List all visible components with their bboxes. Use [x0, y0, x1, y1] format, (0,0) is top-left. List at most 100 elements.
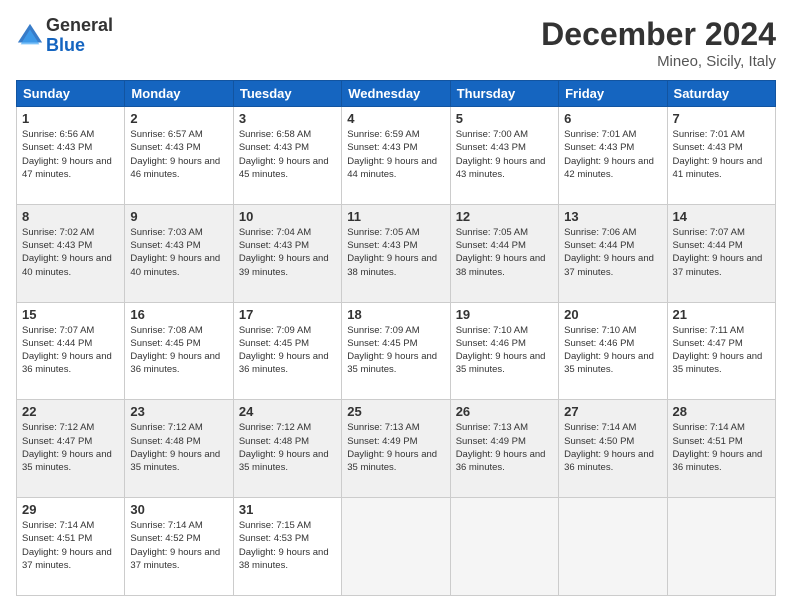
day-info: Sunrise: 7:14 AMSunset: 4:52 PMDaylight:… [130, 520, 220, 571]
day-info: Sunrise: 7:13 AMSunset: 4:49 PMDaylight:… [456, 422, 546, 473]
logo-blue: Blue [46, 35, 85, 55]
day-info: Sunrise: 7:12 AMSunset: 4:48 PMDaylight:… [130, 422, 220, 473]
day-number: 27 [564, 404, 661, 419]
day-cell [450, 498, 558, 596]
day-cell: 8 Sunrise: 7:02 AMSunset: 4:43 PMDayligh… [17, 204, 125, 302]
day-cell: 9 Sunrise: 7:03 AMSunset: 4:43 PMDayligh… [125, 204, 233, 302]
title-block: December 2024 Mineo, Sicily, Italy [541, 16, 776, 70]
day-cell: 27 Sunrise: 7:14 AMSunset: 4:50 PMDaylig… [559, 400, 667, 498]
day-cell: 31 Sunrise: 7:15 AMSunset: 4:53 PMDaylig… [233, 498, 341, 596]
day-cell: 21 Sunrise: 7:11 AMSunset: 4:47 PMDaylig… [667, 302, 775, 400]
day-number: 21 [673, 307, 770, 322]
col-header-friday: Friday [559, 81, 667, 107]
day-cell: 30 Sunrise: 7:14 AMSunset: 4:52 PMDaylig… [125, 498, 233, 596]
day-cell: 3 Sunrise: 6:58 AMSunset: 4:43 PMDayligh… [233, 107, 341, 205]
day-number: 18 [347, 307, 444, 322]
day-info: Sunrise: 7:15 AMSunset: 4:53 PMDaylight:… [239, 520, 329, 571]
day-info: Sunrise: 7:01 AMSunset: 4:43 PMDaylight:… [564, 129, 654, 180]
day-cell: 4 Sunrise: 6:59 AMSunset: 4:43 PMDayligh… [342, 107, 450, 205]
day-number: 26 [456, 404, 553, 419]
day-cell: 17 Sunrise: 7:09 AMSunset: 4:45 PMDaylig… [233, 302, 341, 400]
day-number: 13 [564, 209, 661, 224]
col-header-sunday: Sunday [17, 81, 125, 107]
day-number: 15 [22, 307, 119, 322]
day-info: Sunrise: 6:56 AMSunset: 4:43 PMDaylight:… [22, 129, 112, 180]
week-row-4: 22 Sunrise: 7:12 AMSunset: 4:47 PMDaylig… [17, 400, 776, 498]
col-header-wednesday: Wednesday [342, 81, 450, 107]
day-cell: 25 Sunrise: 7:13 AMSunset: 4:49 PMDaylig… [342, 400, 450, 498]
header-row: SundayMondayTuesdayWednesdayThursdayFrid… [17, 81, 776, 107]
day-number: 16 [130, 307, 227, 322]
day-number: 14 [673, 209, 770, 224]
logo-text: General Blue [46, 16, 113, 56]
day-number: 5 [456, 111, 553, 126]
day-number: 8 [22, 209, 119, 224]
day-cell: 2 Sunrise: 6:57 AMSunset: 4:43 PMDayligh… [125, 107, 233, 205]
day-info: Sunrise: 7:05 AMSunset: 4:43 PMDaylight:… [347, 227, 437, 278]
week-row-5: 29 Sunrise: 7:14 AMSunset: 4:51 PMDaylig… [17, 498, 776, 596]
page: General Blue December 2024 Mineo, Sicily… [0, 0, 792, 612]
day-info: Sunrise: 7:14 AMSunset: 4:51 PMDaylight:… [22, 520, 112, 571]
day-info: Sunrise: 7:07 AMSunset: 4:44 PMDaylight:… [673, 227, 763, 278]
logo: General Blue [16, 16, 113, 56]
day-cell: 5 Sunrise: 7:00 AMSunset: 4:43 PMDayligh… [450, 107, 558, 205]
day-cell: 18 Sunrise: 7:09 AMSunset: 4:45 PMDaylig… [342, 302, 450, 400]
day-number: 3 [239, 111, 336, 126]
day-info: Sunrise: 7:09 AMSunset: 4:45 PMDaylight:… [347, 325, 437, 376]
day-cell: 1 Sunrise: 6:56 AMSunset: 4:43 PMDayligh… [17, 107, 125, 205]
col-header-monday: Monday [125, 81, 233, 107]
day-number: 19 [456, 307, 553, 322]
day-info: Sunrise: 7:10 AMSunset: 4:46 PMDaylight:… [456, 325, 546, 376]
day-number: 24 [239, 404, 336, 419]
day-number: 1 [22, 111, 119, 126]
day-cell: 12 Sunrise: 7:05 AMSunset: 4:44 PMDaylig… [450, 204, 558, 302]
day-cell [667, 498, 775, 596]
day-info: Sunrise: 7:06 AMSunset: 4:44 PMDaylight:… [564, 227, 654, 278]
day-number: 23 [130, 404, 227, 419]
day-cell: 29 Sunrise: 7:14 AMSunset: 4:51 PMDaylig… [17, 498, 125, 596]
day-cell: 13 Sunrise: 7:06 AMSunset: 4:44 PMDaylig… [559, 204, 667, 302]
day-number: 6 [564, 111, 661, 126]
day-cell: 22 Sunrise: 7:12 AMSunset: 4:47 PMDaylig… [17, 400, 125, 498]
day-number: 10 [239, 209, 336, 224]
day-info: Sunrise: 7:09 AMSunset: 4:45 PMDaylight:… [239, 325, 329, 376]
day-info: Sunrise: 7:08 AMSunset: 4:45 PMDaylight:… [130, 325, 220, 376]
day-number: 9 [130, 209, 227, 224]
day-number: 4 [347, 111, 444, 126]
day-info: Sunrise: 7:13 AMSunset: 4:49 PMDaylight:… [347, 422, 437, 473]
logo-general: General [46, 15, 113, 35]
day-number: 28 [673, 404, 770, 419]
day-cell: 7 Sunrise: 7:01 AMSunset: 4:43 PMDayligh… [667, 107, 775, 205]
day-info: Sunrise: 7:01 AMSunset: 4:43 PMDaylight:… [673, 129, 763, 180]
day-number: 17 [239, 307, 336, 322]
day-info: Sunrise: 7:00 AMSunset: 4:43 PMDaylight:… [456, 129, 546, 180]
day-number: 25 [347, 404, 444, 419]
day-cell: 28 Sunrise: 7:14 AMSunset: 4:51 PMDaylig… [667, 400, 775, 498]
day-info: Sunrise: 7:07 AMSunset: 4:44 PMDaylight:… [22, 325, 112, 376]
col-header-saturday: Saturday [667, 81, 775, 107]
calendar-title: December 2024 [541, 16, 776, 53]
day-info: Sunrise: 7:03 AMSunset: 4:43 PMDaylight:… [130, 227, 220, 278]
day-info: Sunrise: 6:59 AMSunset: 4:43 PMDaylight:… [347, 129, 437, 180]
day-number: 31 [239, 502, 336, 517]
day-cell: 10 Sunrise: 7:04 AMSunset: 4:43 PMDaylig… [233, 204, 341, 302]
day-cell: 16 Sunrise: 7:08 AMSunset: 4:45 PMDaylig… [125, 302, 233, 400]
day-info: Sunrise: 7:14 AMSunset: 4:50 PMDaylight:… [564, 422, 654, 473]
day-cell: 19 Sunrise: 7:10 AMSunset: 4:46 PMDaylig… [450, 302, 558, 400]
day-cell: 23 Sunrise: 7:12 AMSunset: 4:48 PMDaylig… [125, 400, 233, 498]
day-info: Sunrise: 7:10 AMSunset: 4:46 PMDaylight:… [564, 325, 654, 376]
logo-icon [16, 22, 44, 50]
col-header-thursday: Thursday [450, 81, 558, 107]
header: General Blue December 2024 Mineo, Sicily… [16, 16, 776, 70]
day-info: Sunrise: 6:58 AMSunset: 4:43 PMDaylight:… [239, 129, 329, 180]
day-info: Sunrise: 7:05 AMSunset: 4:44 PMDaylight:… [456, 227, 546, 278]
day-number: 2 [130, 111, 227, 126]
day-number: 29 [22, 502, 119, 517]
week-row-2: 8 Sunrise: 7:02 AMSunset: 4:43 PMDayligh… [17, 204, 776, 302]
day-cell: 20 Sunrise: 7:10 AMSunset: 4:46 PMDaylig… [559, 302, 667, 400]
day-cell: 14 Sunrise: 7:07 AMSunset: 4:44 PMDaylig… [667, 204, 775, 302]
day-number: 12 [456, 209, 553, 224]
day-number: 11 [347, 209, 444, 224]
day-cell [342, 498, 450, 596]
day-number: 20 [564, 307, 661, 322]
